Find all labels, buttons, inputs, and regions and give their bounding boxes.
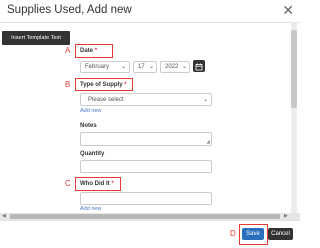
who-did-it-add-new-link[interactable]: Add new <box>80 206 101 212</box>
save-button[interactable]: Save <box>242 228 264 240</box>
day-select[interactable]: 17 ⌄ <box>133 61 157 73</box>
scroll-left-icon[interactable]: ◀ <box>2 213 6 220</box>
date-label: Date * <box>80 48 98 54</box>
scroll-right-icon[interactable]: ▶ <box>284 213 288 220</box>
horizontal-scrollbar-thumb[interactable] <box>10 214 280 219</box>
month-select[interactable]: February ⌄ <box>80 61 130 73</box>
insert-template-text-button[interactable]: Insert Template Text <box>2 31 70 45</box>
dialog-titlebar: Supplies Used, Add new ✕ <box>0 0 300 23</box>
quantity-label: Quantity <box>80 151 105 157</box>
cancel-button[interactable]: Cancel <box>268 228 293 240</box>
chevron-down-icon: ⌄ <box>181 64 187 70</box>
vertical-scrollbar-thumb[interactable] <box>291 30 297 108</box>
chevron-down-icon: ⌄ <box>202 97 208 103</box>
who-did-it-input[interactable] <box>80 192 212 205</box>
resize-handle-icon[interactable]: ◢ <box>206 139 210 145</box>
year-select[interactable]: 2022 ⌄ <box>160 61 190 73</box>
type-of-supply-select[interactable]: Please select ⌄ <box>80 93 212 106</box>
dialog-title: Supplies Used, Add new <box>7 4 132 16</box>
annotation-marker-a: A <box>65 46 71 55</box>
annotation-marker-b: B <box>65 80 71 89</box>
annotation-marker-c: C <box>65 179 71 188</box>
annotation-marker-d: D <box>230 229 236 238</box>
close-icon[interactable]: ✕ <box>282 2 294 18</box>
notes-label: Notes <box>80 123 97 129</box>
type-of-supply-label: Type of Supply * <box>80 82 127 88</box>
chevron-down-icon: ⌄ <box>120 64 126 70</box>
calendar-icon <box>195 63 203 71</box>
calendar-button[interactable] <box>193 60 205 72</box>
type-of-supply-add-new-link[interactable]: Add new <box>80 108 101 114</box>
chevron-down-icon: ⌄ <box>148 64 154 70</box>
notes-textarea[interactable]: ◢ <box>80 132 212 146</box>
quantity-input[interactable] <box>80 160 212 173</box>
who-did-it-label: Who Did It * <box>80 181 114 187</box>
